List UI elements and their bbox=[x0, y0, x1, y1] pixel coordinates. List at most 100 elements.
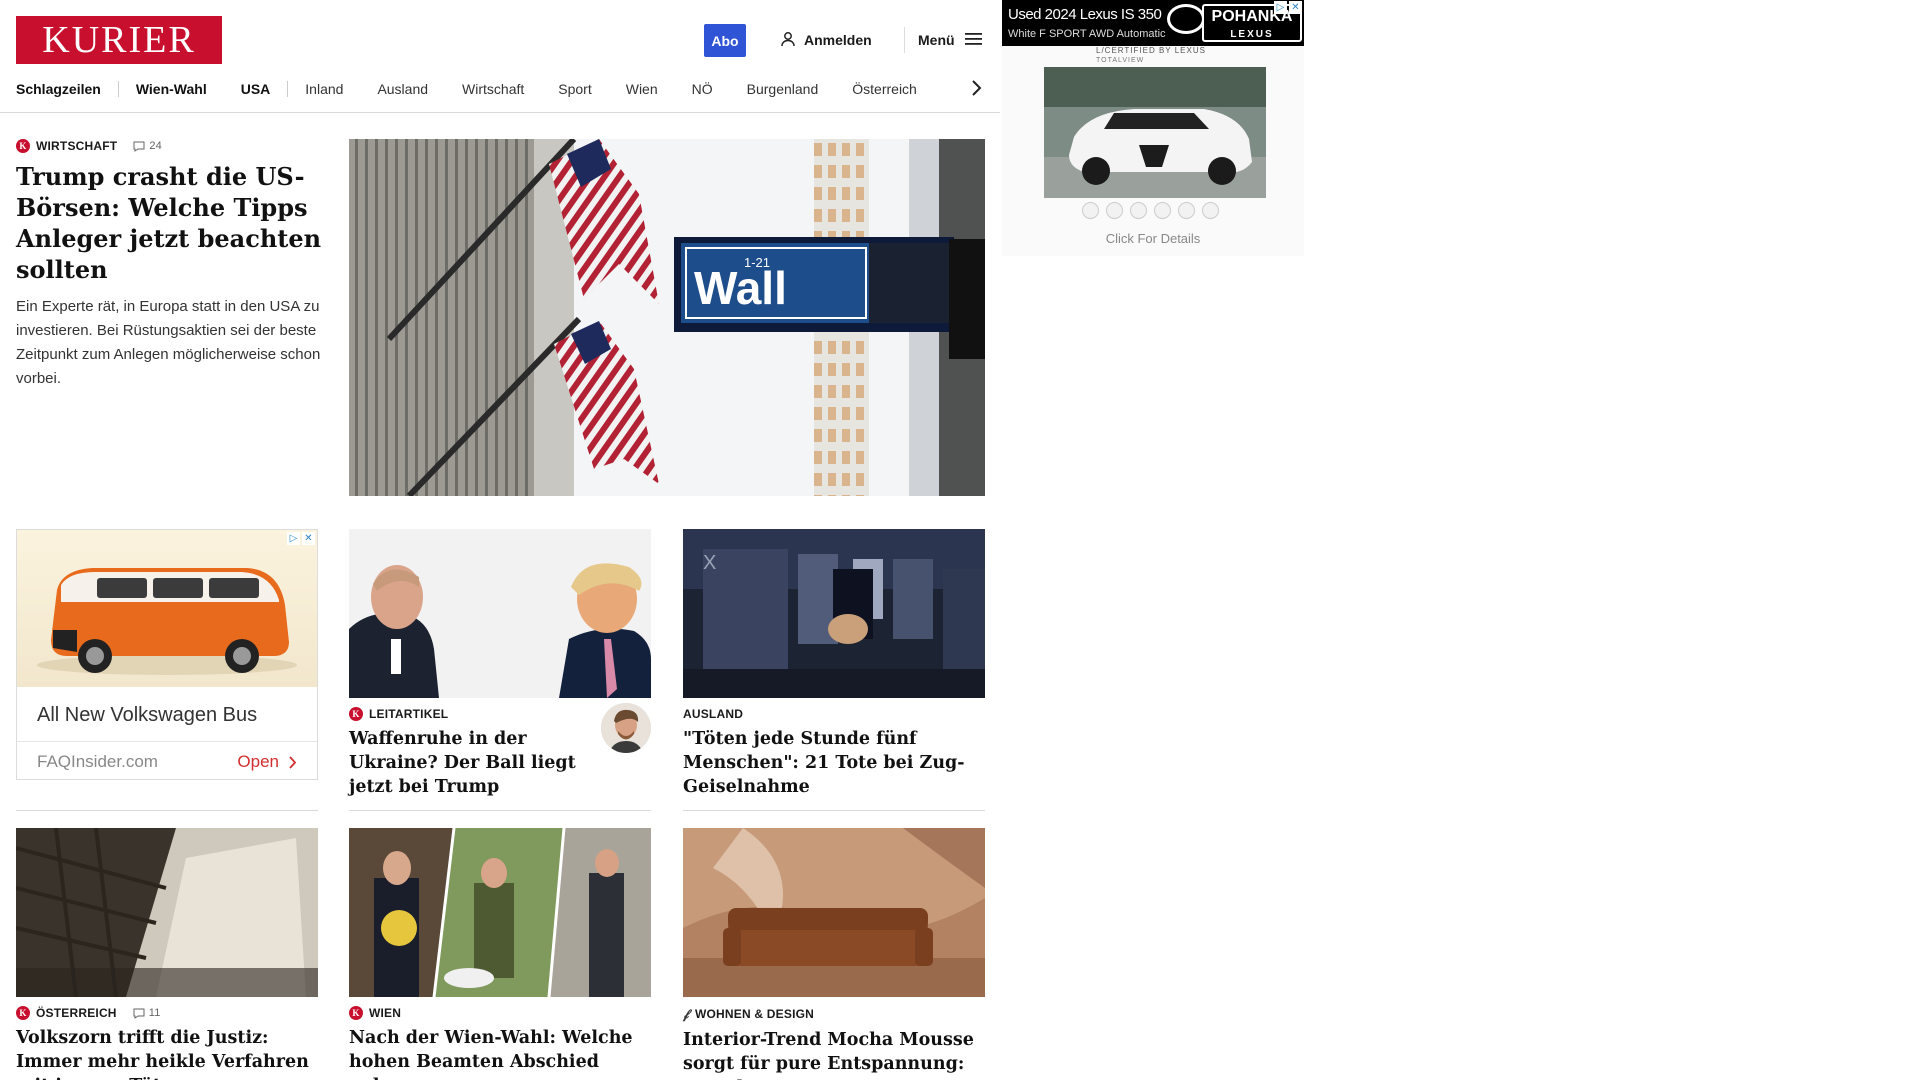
train-night-photo: X bbox=[683, 529, 985, 698]
card-section[interactable]: WOHNEN & DESIGN bbox=[695, 1007, 814, 1021]
author-avatar[interactable] bbox=[601, 703, 651, 753]
white-lexus-photo bbox=[1044, 67, 1266, 198]
lexus-ad[interactable]: Used 2024 Lexus IS 350 White F SPORT AWD… bbox=[1002, 0, 1304, 256]
abo-button[interactable]: Abo bbox=[704, 24, 746, 57]
article-card-leitartikel[interactable]: K LEITARTIKEL Waffenruhe in der Ukraine?… bbox=[349, 529, 651, 799]
adchoices-icon[interactable]: ▷ bbox=[1274, 1, 1287, 14]
carousel-dot[interactable] bbox=[1154, 202, 1171, 219]
staircase-image[interactable] bbox=[16, 828, 318, 997]
vw-bus-illustration bbox=[37, 568, 297, 675]
ad-title: Used 2024 Lexus IS 350 bbox=[1008, 6, 1162, 23]
sign-small-text: 1-21 bbox=[744, 255, 770, 270]
nav-item-sport[interactable]: Sport bbox=[558, 81, 625, 97]
card-kicker: AUSLAND bbox=[683, 707, 985, 721]
ad-open-button[interactable]: Open bbox=[237, 752, 297, 772]
nav-item-oesterreich[interactable]: Österreich bbox=[852, 81, 951, 97]
card-section[interactable]: ÖSTERREICH bbox=[36, 1006, 117, 1020]
lead-teaser: Ein Experte rät, in Europa statt in den … bbox=[16, 298, 321, 387]
sign-text: Wall bbox=[694, 262, 787, 314]
carousel-dot[interactable] bbox=[1082, 202, 1099, 219]
carousel-dots[interactable] bbox=[1082, 202, 1219, 219]
kurier-plus-icon: K bbox=[16, 139, 30, 153]
svg-text:X: X bbox=[703, 552, 716, 574]
nav-item-wien[interactable]: Wien bbox=[626, 81, 692, 97]
ad-cta[interactable]: Click For Details bbox=[1002, 231, 1304, 246]
ad-choices[interactable]: ▷ ✕ bbox=[1274, 1, 1302, 14]
kurier-plus-icon: K bbox=[16, 1006, 30, 1020]
ad-headline[interactable]: All New Volkswagen Bus bbox=[17, 687, 317, 727]
sofa-interior-photo bbox=[683, 828, 985, 997]
kurier-plus-icon: K bbox=[349, 707, 363, 721]
nav-item-ausland[interactable]: Ausland bbox=[377, 81, 462, 97]
pen-icon: 𝒻 bbox=[683, 1006, 689, 1021]
carousel-dot[interactable] bbox=[1130, 202, 1147, 219]
train-hostage-image[interactable]: X bbox=[683, 529, 985, 698]
nav-scroll-right-icon[interactable] bbox=[970, 79, 982, 102]
carousel-dot[interactable] bbox=[1106, 202, 1123, 219]
nav-item-noe[interactable]: NÖ bbox=[692, 81, 747, 97]
card-title[interactable]: Waffenruhe in der Ukraine? Der Ball lieg… bbox=[349, 727, 591, 799]
nav-divider bbox=[117, 81, 119, 97]
lead-section[interactable]: WIRTSCHAFT bbox=[36, 139, 117, 153]
lead-article[interactable]: K WIRTSCHAFT 24 Trump crasht die US-Börs… bbox=[16, 139, 322, 391]
nav-divider bbox=[287, 81, 289, 97]
article-card-oesterreich[interactable]: K ÖSTERREICH 11 Volkszorn trifft die Jus… bbox=[16, 828, 318, 1080]
nav-item-wirtschaft[interactable]: Wirtschaft bbox=[462, 81, 558, 97]
card-kicker: 𝒻 WOHNEN & DESIGN bbox=[683, 1006, 985, 1022]
ad-close-icon[interactable]: ✕ bbox=[1289, 1, 1302, 14]
lead-kicker: K WIRTSCHAFT 24 bbox=[16, 139, 322, 153]
card-title[interactable]: "Töten jede Stunde fünf Menschen": 21 To… bbox=[683, 727, 985, 799]
card-kicker: K LEITARTIKEL bbox=[349, 707, 591, 721]
article-card-ausland[interactable]: X AUSLAND "Töten jede Stunde fünf Mensch… bbox=[683, 529, 985, 799]
kurier-logo[interactable]: KURIER bbox=[16, 16, 222, 64]
login-button[interactable]: Anmelden bbox=[780, 28, 872, 52]
card-comment-count: 11 bbox=[148, 1007, 161, 1019]
carousel-dot[interactable] bbox=[1202, 202, 1219, 219]
vw-bus-ad[interactable]: ▷ ✕ All New Volkswagen Bus FAQInsider.co… bbox=[16, 529, 318, 780]
lexus-car-image[interactable] bbox=[1044, 67, 1266, 198]
staircase-photo bbox=[16, 828, 318, 997]
card-section[interactable]: LEITARTIKEL bbox=[369, 707, 448, 721]
ad-source: FAQInsider.com bbox=[37, 752, 158, 771]
carousel-dot[interactable] bbox=[1178, 202, 1195, 219]
comment-icon bbox=[133, 141, 145, 152]
lead-image[interactable]: Wall 1-21 bbox=[349, 139, 985, 496]
card-section[interactable]: AUSLAND bbox=[683, 707, 743, 721]
ad-subtitle: White F SPORT AWD Automatic bbox=[1008, 28, 1166, 40]
officials-collage-image[interactable] bbox=[349, 828, 651, 997]
card-kicker: K WIEN bbox=[349, 1006, 651, 1020]
card-section[interactable]: WIEN bbox=[369, 1006, 401, 1020]
nav-item-usa[interactable]: USA bbox=[241, 81, 305, 97]
card-title[interactable]: Interior-Trend Mocha Mousse sorgt für pu… bbox=[683, 1028, 985, 1080]
lexus-ad-banner[interactable]: Used 2024 Lexus IS 350 White F SPORT AWD… bbox=[1002, 0, 1304, 46]
ad-choices[interactable]: ▷ ✕ bbox=[287, 532, 315, 545]
card-divider bbox=[349, 810, 651, 811]
lead-title[interactable]: Trump crasht die US-Börsen: Welche Tipps… bbox=[16, 161, 322, 285]
article-card-wohnen[interactable]: 𝒻 WOHNEN & DESIGN Interior-Trend Mocha M… bbox=[683, 828, 985, 1080]
card-title[interactable]: Nach der Wien-Wahl: Welche hohen Beamten… bbox=[349, 1026, 651, 1080]
login-label: Anmelden bbox=[804, 32, 872, 48]
ad-image[interactable]: ▷ ✕ bbox=[17, 530, 317, 687]
lead-comment-count: 24 bbox=[149, 140, 162, 152]
comment-icon bbox=[133, 1008, 145, 1019]
card-title[interactable]: Volkszorn trifft die Justiz: Immer mehr … bbox=[16, 1026, 318, 1080]
card-divider bbox=[16, 810, 318, 811]
wall-street-photo: Wall 1-21 bbox=[349, 139, 985, 496]
totalview-label: TOTALVIEW bbox=[1096, 57, 1145, 64]
sofa-interior-image[interactable] bbox=[683, 828, 985, 997]
nav-item-inland[interactable]: Inland bbox=[305, 81, 377, 97]
menu-button[interactable]: Menü bbox=[918, 28, 983, 52]
nav-item-burgenland[interactable]: Burgenland bbox=[747, 81, 853, 97]
chevron-right-icon bbox=[289, 755, 297, 769]
putin-trump-image[interactable] bbox=[349, 529, 651, 698]
article-card-wien[interactable]: K WIEN Nach der Wien-Wahl: Welche hohen … bbox=[349, 828, 651, 1080]
menu-label: Menü bbox=[918, 32, 955, 48]
nav-item-wien-wahl[interactable]: Wien-Wahl bbox=[136, 81, 241, 97]
hamburger-icon bbox=[964, 32, 983, 49]
adchoices-icon[interactable]: ▷ bbox=[287, 532, 300, 545]
card-comments[interactable]: 11 bbox=[133, 1007, 161, 1019]
lead-comments[interactable]: 24 bbox=[133, 140, 162, 152]
ad-close-icon[interactable]: ✕ bbox=[302, 532, 315, 545]
pohanka-brand-sub: LEXUS bbox=[1230, 29, 1274, 40]
section-nav: Schlagzeilen Wien-Wahl USA Inland Auslan… bbox=[16, 77, 984, 101]
